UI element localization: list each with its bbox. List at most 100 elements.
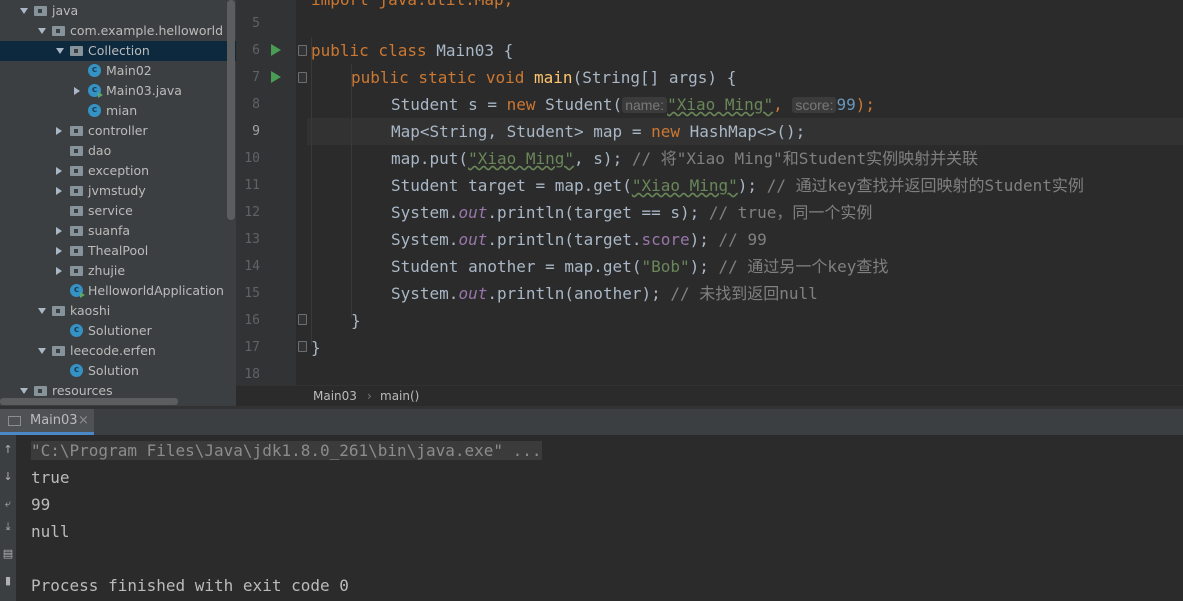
package-icon — [70, 246, 83, 256]
tree-item-label: kaoshi — [70, 303, 111, 318]
chevron-down-icon[interactable] — [38, 348, 46, 354]
project-scrollbar[interactable] — [227, 0, 235, 220]
arrow-down-icon[interactable]: ↓ — [2, 471, 14, 483]
tree-item[interactable]: java — [0, 1, 236, 21]
chevron-right-icon[interactable] — [56, 187, 62, 195]
tree-item-label: ThealPool — [88, 243, 149, 258]
code-line-5: import java.util.Map; — [311, 0, 513, 13]
tree-item[interactable]: service — [0, 201, 236, 221]
tree-item[interactable]: c Solution — [0, 361, 236, 381]
code-line-7: public static void main(String[] args) { — [351, 68, 737, 87]
breadcrumb: Main03 › main() — [236, 385, 1183, 407]
package-icon — [70, 266, 83, 276]
run-config-icon — [8, 416, 21, 426]
code-line-8: Student s = new Student(name: "Xiao Ming"… — [391, 95, 875, 114]
fold-method-icon[interactable] — [298, 72, 307, 83]
package-icon — [52, 26, 65, 36]
class-icon: c — [88, 104, 101, 117]
breadcrumb-separator: › — [367, 389, 372, 403]
breadcrumb-method[interactable]: main() — [380, 386, 419, 407]
chevron-down-icon[interactable] — [38, 28, 46, 34]
chevron-right-icon[interactable] — [74, 87, 80, 95]
scroll-to-end-icon[interactable]: ⤓ — [2, 521, 14, 533]
line-number: 9 — [252, 124, 260, 139]
breadcrumb-class[interactable]: Main03 — [313, 386, 357, 407]
package-icon — [70, 226, 83, 236]
code-editor[interactable]: import java.util.Map; public class Main0… — [307, 0, 1183, 385]
line-number: 12 — [244, 205, 260, 220]
class-icon: c — [88, 64, 101, 77]
line-number: 8 — [252, 97, 260, 112]
tree-item[interactable]: c Solutioner — [0, 321, 236, 341]
tree-item[interactable]: exception — [0, 161, 236, 181]
chevron-right-icon[interactable] — [56, 267, 62, 275]
tree-item[interactable]: c Main03.java — [0, 81, 236, 101]
console-output[interactable]: "C:\Program Files\Java\jdk1.8.0_261\bin\… — [16, 435, 1183, 601]
tree-item-label: leecode.erfen — [70, 343, 156, 358]
code-line-14: Student another = map.get("Bob"); // 通过另… — [391, 257, 889, 276]
tree-item[interactable]: Collection — [0, 41, 236, 61]
tree-item[interactable]: ThealPool — [0, 241, 236, 261]
tree-item[interactable]: c Main02 — [0, 61, 236, 81]
console-toolbar: ↑ ↓ ⤶ ⤓ ▤ ▮ — [0, 435, 16, 601]
console-line: true — [31, 468, 70, 487]
trash-icon[interactable]: ▮ — [2, 575, 14, 587]
chevron-down-icon[interactable] — [38, 308, 46, 314]
tree-item[interactable]: dao — [0, 141, 236, 161]
chevron-right-icon[interactable] — [56, 167, 62, 175]
project-panel: java com.example.helloworld Collection c Mai… — [0, 0, 236, 406]
chevron-right-icon[interactable] — [56, 127, 62, 135]
tree-item[interactable]: leecode.erfen — [0, 341, 236, 361]
tab-main03[interactable]: Main03 × — [0, 409, 94, 435]
code-line-13: System.out.println(target.score); // 99 — [391, 230, 767, 249]
code-line-6: public class Main03 { — [311, 41, 514, 60]
tree-item-label: Main02 — [106, 63, 152, 78]
print-icon[interactable]: ▤ — [2, 548, 14, 560]
console-line-command: "C:\Program Files\Java\jdk1.8.0_261\bin\… — [31, 441, 542, 460]
code-line-17: } — [311, 338, 321, 357]
tab-main03-label: Main03 — [30, 413, 78, 428]
package-icon — [70, 126, 83, 136]
code-line-12: System.out.println(target == s); // true… — [391, 203, 873, 222]
package-icon — [52, 346, 65, 356]
soft-wrap-icon[interactable]: ⤶ — [2, 498, 14, 510]
tree-item[interactable]: jvmstudy — [0, 181, 236, 201]
folder-icon — [34, 6, 47, 16]
fold-class-icon[interactable] — [298, 45, 307, 56]
tree-item-label: Solution — [88, 363, 139, 378]
param-hint-name: name: — [622, 97, 668, 113]
tree-item[interactable]: suanfa — [0, 221, 236, 241]
tree-item[interactable]: com.example.helloworld — [0, 21, 236, 41]
tree-item-label: suanfa — [88, 223, 131, 238]
chevron-right-icon[interactable] — [56, 227, 62, 235]
close-icon[interactable]: × — [78, 409, 89, 433]
line-number: 18 — [244, 367, 260, 382]
run-main-icon[interactable] — [271, 71, 281, 83]
tree-item-label: controller — [88, 123, 148, 138]
tree-item-label: Main03.java — [106, 83, 182, 98]
tree-item[interactable]: controller — [0, 121, 236, 141]
fold-class-end-icon[interactable] — [298, 341, 307, 352]
line-number: 16 — [244, 313, 260, 328]
chevron-right-icon[interactable] — [56, 247, 62, 255]
console-line: 99 — [31, 495, 51, 514]
arrow-up-icon[interactable]: ↑ — [2, 444, 14, 456]
tree-item[interactable]: c mian — [0, 101, 236, 121]
chevron-down-icon[interactable] — [20, 8, 28, 14]
param-hint-score: score: — [792, 97, 837, 113]
chevron-down-icon[interactable] — [56, 48, 64, 54]
package-icon — [70, 46, 83, 56]
package-icon — [70, 146, 83, 156]
run-class-icon[interactable] — [271, 44, 281, 56]
tree-item[interactable]: kaoshi — [0, 301, 236, 321]
chevron-down-icon[interactable] — [20, 388, 28, 394]
project-hscrollbar[interactable] — [0, 398, 178, 405]
class-icon: c — [88, 84, 103, 98]
tree-item[interactable]: zhujie — [0, 261, 236, 281]
tree-item[interactable]: c HelloworldApplication — [0, 281, 236, 301]
class-icon: c — [70, 324, 83, 337]
line-number: 5 — [252, 16, 260, 31]
fold-method-end-icon[interactable] — [298, 314, 307, 325]
tree-item-label: com.example.helloworld — [70, 23, 224, 38]
code-line-11: Student target = map.get("Xiao Ming"); /… — [391, 176, 1084, 195]
